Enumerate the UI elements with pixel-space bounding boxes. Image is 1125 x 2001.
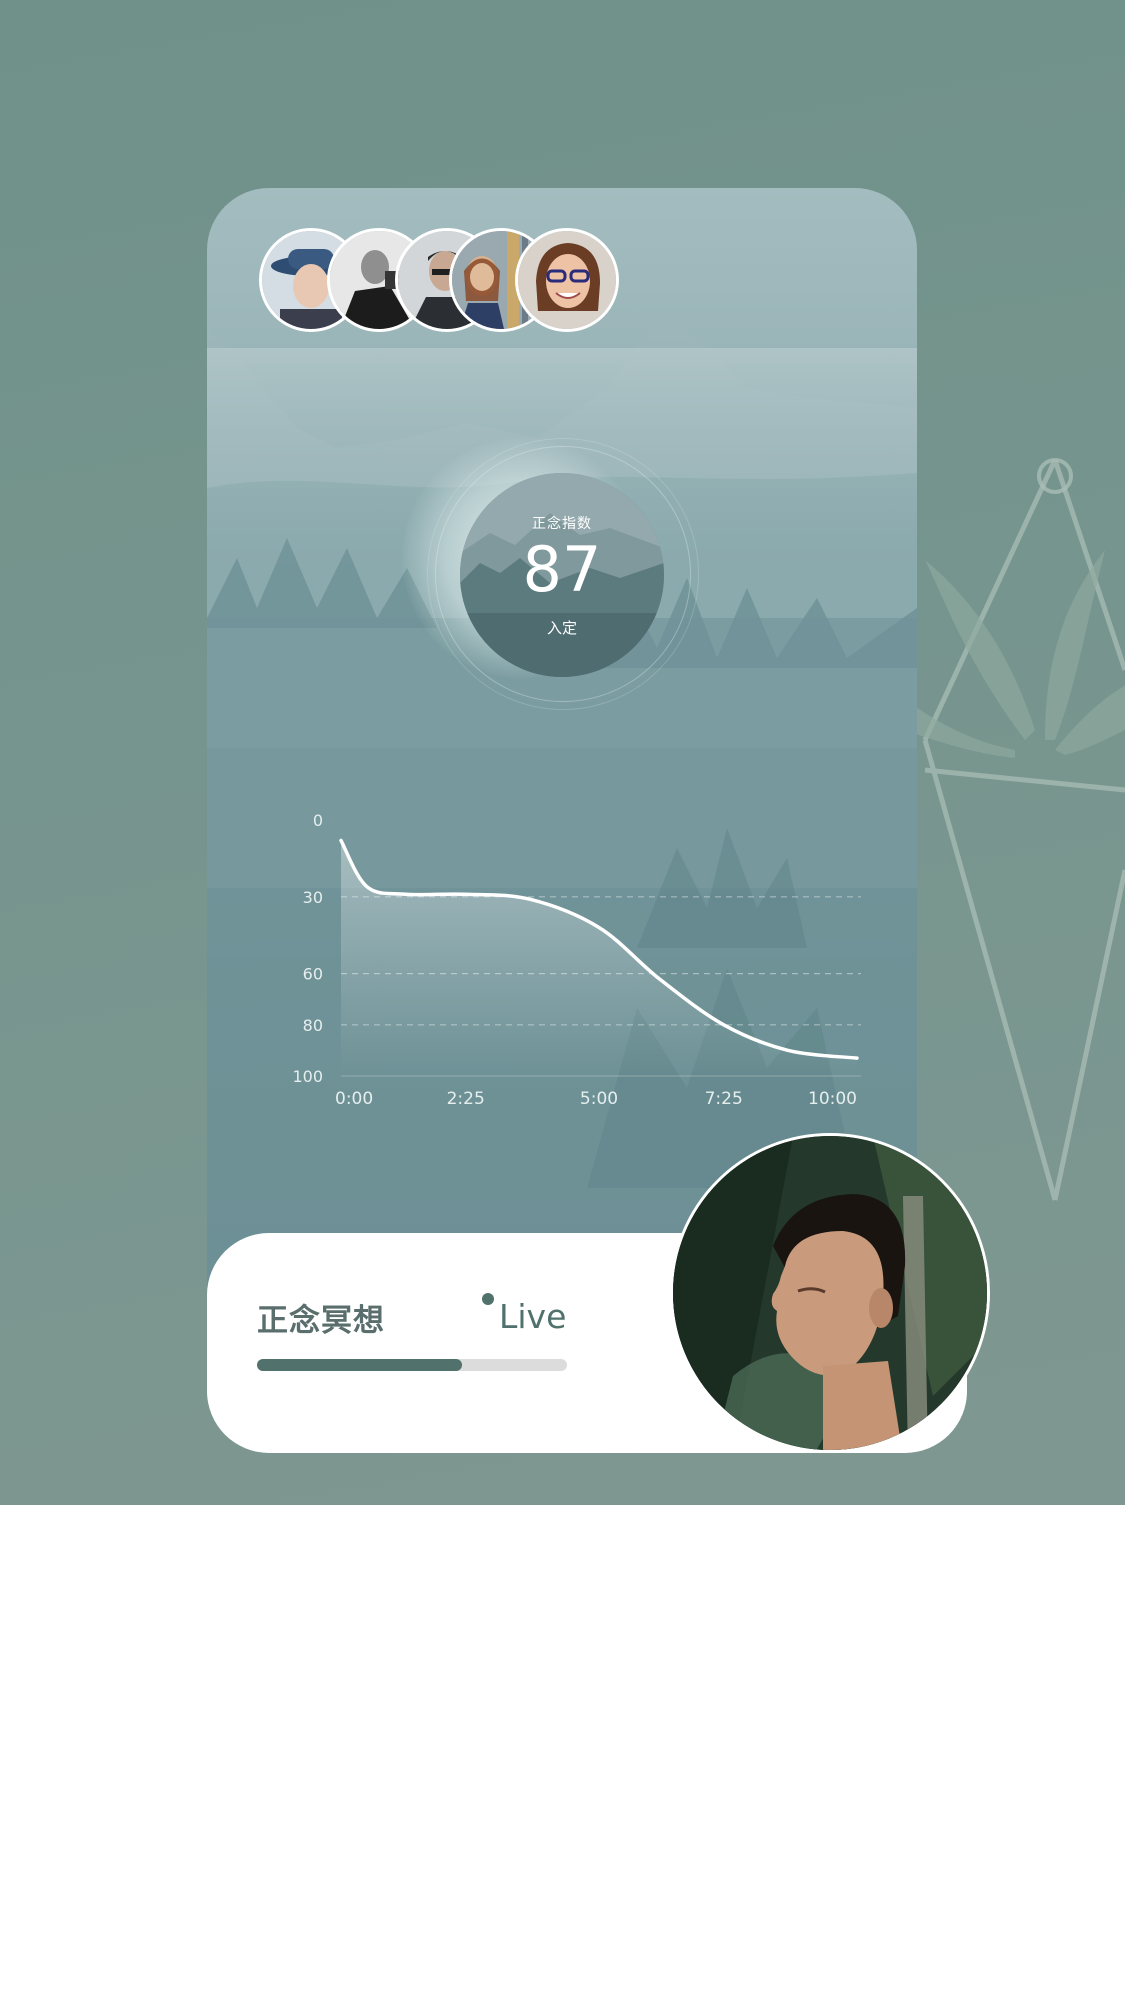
zone-label: 活跃 bbox=[867, 816, 868, 859]
mindfulness-score: 正念指数 87 入定 bbox=[460, 473, 664, 677]
series-point bbox=[787, 1049, 790, 1052]
x-tick-label: 10:00 bbox=[808, 1089, 857, 1109]
session-progress-fill bbox=[257, 1359, 462, 1371]
score-state: 入定 bbox=[546, 619, 577, 637]
series-point bbox=[658, 977, 661, 980]
series-point bbox=[856, 1057, 859, 1060]
zone-label: 平静 bbox=[867, 893, 868, 936]
series-point bbox=[404, 893, 407, 896]
x-tick-label: 5:00 bbox=[580, 1089, 618, 1109]
live-label: Live bbox=[499, 1297, 567, 1336]
y-tick-label: 80 bbox=[303, 1016, 323, 1035]
meditating-woman-icon bbox=[673, 1136, 987, 1450]
participant-avatars bbox=[259, 228, 679, 332]
series-area bbox=[341, 840, 857, 1076]
zone-label: 入定 bbox=[867, 1031, 868, 1074]
hero-background: 正念指数 87 入定 0 30 60 80 100 0:00 2:25 5:00 7:25 10:… bbox=[0, 0, 1125, 1505]
score-value: 87 bbox=[522, 533, 602, 606]
zone-label: 放松 bbox=[867, 970, 868, 1013]
series-point bbox=[722, 1023, 725, 1026]
y-tick-label: 100 bbox=[292, 1067, 323, 1086]
session-progress-track bbox=[257, 1359, 567, 1371]
series-point bbox=[464, 893, 467, 896]
plant-decoration bbox=[905, 458, 1125, 1201]
series-point bbox=[598, 926, 601, 929]
y-tick-label: 0 bbox=[313, 811, 323, 830]
session-title: 正念冥想 bbox=[257, 1303, 385, 1339]
focus-chart: 0 30 60 80 100 0:00 2:25 5:00 7:25 10:00 活跃平静放松入定 bbox=[292, 811, 868, 1109]
x-tick-label: 7:25 bbox=[705, 1089, 743, 1109]
host-avatar[interactable] bbox=[670, 1133, 990, 1453]
x-tick-label: 2:25 bbox=[447, 1089, 485, 1109]
live-indicator-icon bbox=[482, 1293, 494, 1305]
participant-avatar[interactable] bbox=[515, 228, 619, 332]
series-point bbox=[529, 898, 532, 901]
y-tick-label: 30 bbox=[303, 888, 323, 907]
avatar-icon bbox=[518, 231, 616, 329]
series-point bbox=[365, 885, 368, 888]
y-tick-label: 60 bbox=[303, 965, 323, 984]
x-tick-label: 0:00 bbox=[335, 1089, 373, 1109]
score-label: 正念指数 bbox=[532, 516, 592, 532]
series-point bbox=[340, 839, 343, 842]
